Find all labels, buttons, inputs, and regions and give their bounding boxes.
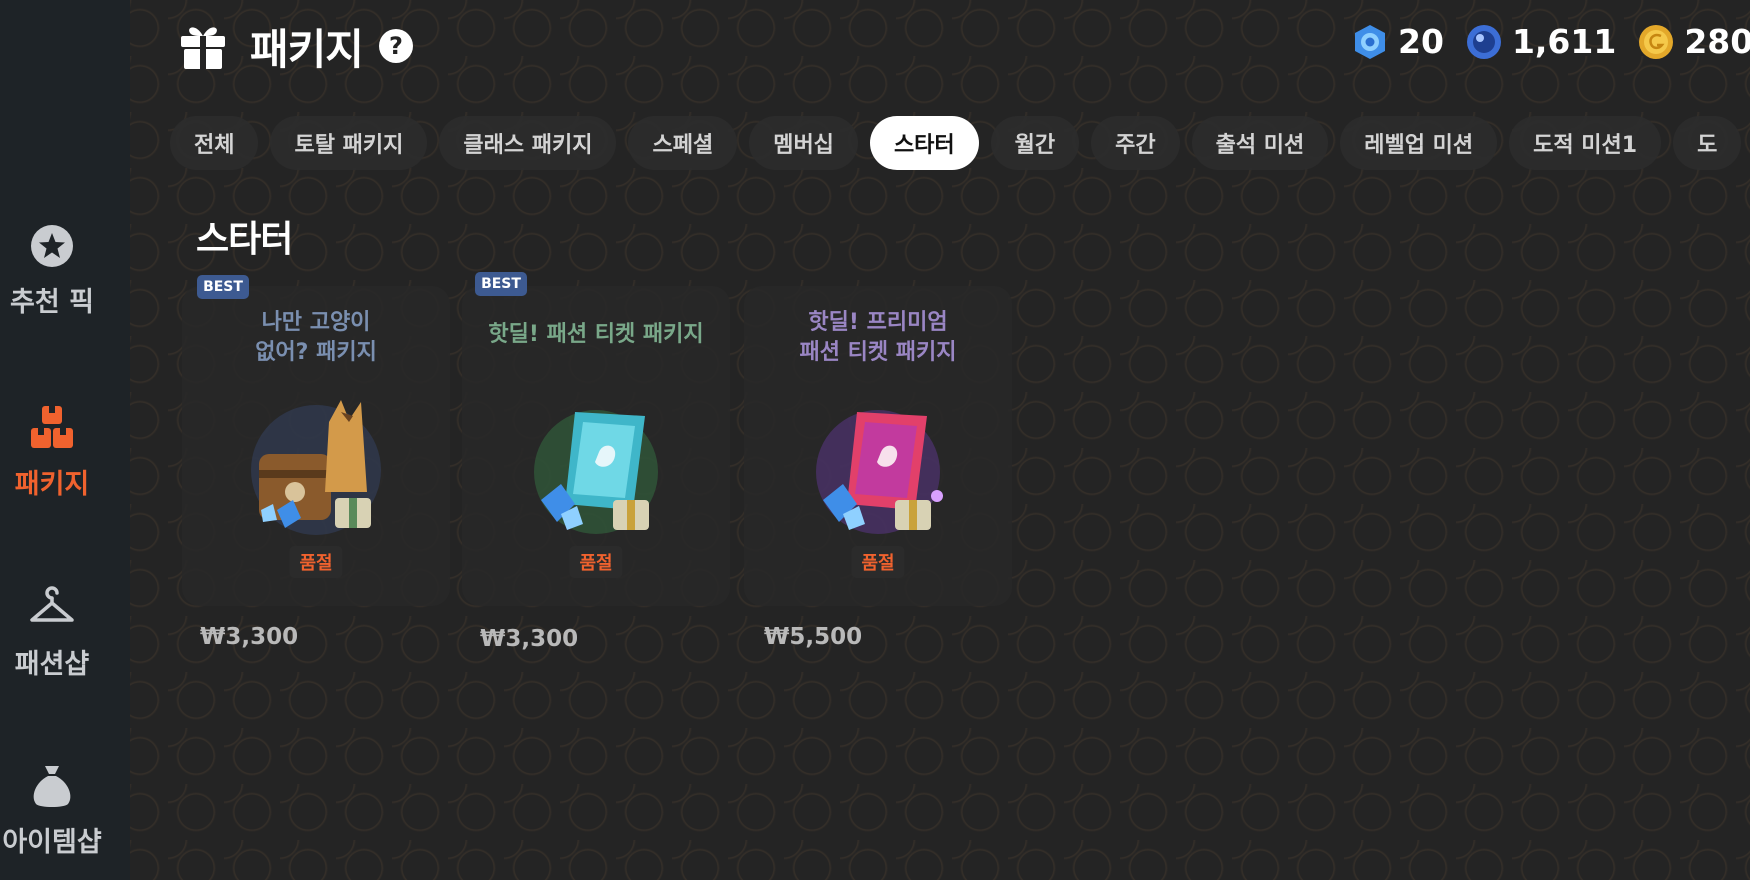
tab-class-package[interactable]: 클래스 패키지 [439,116,617,170]
tab-monthly[interactable]: 월간 [990,116,1080,170]
money-bag-icon [33,766,71,807]
currency-blue-orb[interactable]: 1,611 [1466,22,1616,61]
category-tabs: 전체 토탈 패키지 클래스 패키지 스페셜 멤버십 스타터 월간 주간 출석 미… [170,116,1750,170]
cat-package-image [251,400,381,535]
tab-special[interactable]: 스페셜 [628,116,738,170]
fashion-ticket-image [534,410,658,534]
product-name: 핫딜! 프리미엄 패션 티켓 패키지 [799,310,957,365]
page-title: 패키지 [250,24,364,74]
sidebar-item-label: 추천 픽 [10,287,94,318]
product-name: 핫딜! 패션 티켓 패키지 [488,322,704,347]
sold-out-badge: 품절 [851,546,905,578]
currency-blue-gem[interactable]: 20 [1352,22,1444,61]
product-card-fashion-ticket[interactable]: 핫딜! 패션 티켓 패키지 품절 [462,286,730,606]
tab-weekly[interactable]: 주간 [1091,116,1180,170]
tab-levelup-mission[interactable]: 레벨업 미션 [1340,116,1498,170]
tab-thief-mission-1[interactable]: 도적 미션1 [1509,116,1662,170]
currency-bar: 20 1,611 280,06 [1352,22,1750,61]
sidebar-item-package[interactable]: 패키지 [0,404,104,501]
tab-total-package[interactable]: 토탈 패키지 [270,116,428,170]
help-icon[interactable]: ? [378,29,413,63]
tab-more[interactable]: 도 [1673,116,1742,170]
currency-value: 1,611 [1511,22,1617,61]
hanger-icon [30,586,74,622]
section-title: 스타터 [196,219,293,260]
blue-gem-icon [1355,24,1385,59]
best-badge: BEST [197,275,249,299]
currency-value: 280,06 [1684,22,1750,61]
product-price: ₩3,300 [200,624,299,650]
sidebar-item-label: 패키지 [14,469,90,500]
sidebar-item-label: 아이템샵 [2,827,102,858]
gold-coin-icon [1639,24,1674,59]
tab-attendance-mission[interactable]: 출석 미션 [1191,116,1329,170]
gift-icon [181,27,225,69]
main-content: 패키지 ? 20 1,611 280,06 [130,0,1750,880]
product-price: ₩5,500 [764,624,863,650]
product-card-cat-package[interactable]: 나만 고양이 없어? 패키지 품절 [182,286,450,606]
product-price: ₩3,300 [480,626,579,652]
premium-fashion-ticket-image [816,410,943,534]
blue-orb-icon [1466,24,1501,59]
sold-out-badge: 품절 [289,546,343,578]
currency-value: 20 [1398,22,1444,61]
sidebar-item-fashion-shop[interactable]: 패션샵 [0,584,104,681]
sidebar: 추천 픽 패키지 패션샵 아이템샵 [0,0,130,880]
tab-all[interactable]: 전체 [170,116,259,170]
tab-membership[interactable]: 멤버십 [749,116,858,170]
currency-gold[interactable]: 280,06 [1638,22,1750,61]
best-badge: BEST [475,272,527,296]
sidebar-item-item-shop[interactable]: 아이템샵 [0,762,104,859]
boxes-icon [31,406,73,448]
page-header: 패키지 ? [178,18,413,74]
product-card-premium-fashion-ticket[interactable]: 핫딜! 프리미엄 패션 티켓 패키지 품절 [744,286,1012,606]
star-badge-icon [31,225,73,267]
sold-out-badge: 품절 [569,546,623,578]
product-name: 나만 고양이 없어? 패키지 [255,310,377,365]
sidebar-item-recommended[interactable]: 추천 픽 [0,222,104,319]
sidebar-item-label: 패션샵 [14,649,90,680]
tab-starter[interactable]: 스타터 [869,116,979,170]
